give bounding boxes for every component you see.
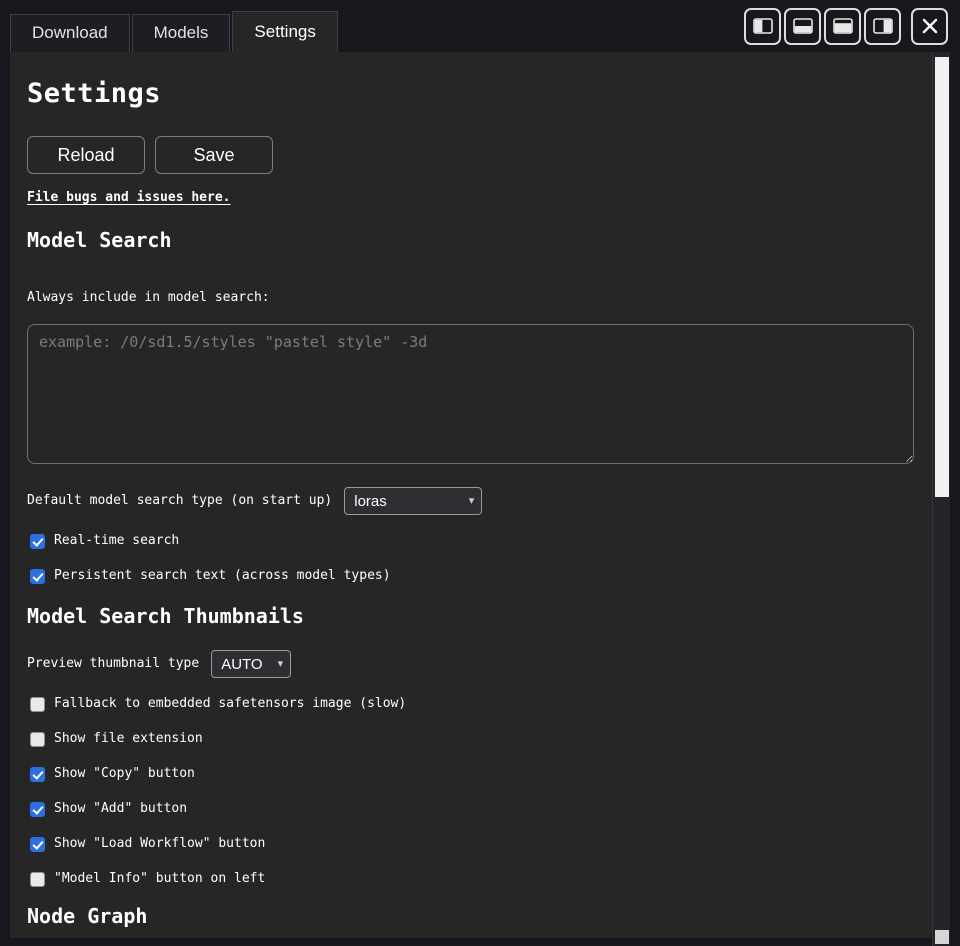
checkbox-label: Fallback to embedded safetensors image (… bbox=[54, 696, 406, 712]
default-search-type-select[interactable]: loras bbox=[344, 487, 482, 515]
checkbox-row-persistent-search[interactable]: Persistent search text (across model typ… bbox=[30, 568, 914, 584]
section-heading-node-graph: Node Graph bbox=[27, 904, 914, 928]
model-info-left-checkbox[interactable] bbox=[30, 872, 45, 887]
layout-dock-right-icon bbox=[873, 18, 893, 34]
action-buttons: Reload Save bbox=[27, 136, 914, 174]
checkbox-label: Persistent search text (across model typ… bbox=[54, 568, 391, 584]
realtime-search-checkbox[interactable] bbox=[30, 534, 45, 549]
topbar: Download Models Settings bbox=[0, 0, 960, 52]
always-include-label: Always include in model search: bbox=[27, 290, 914, 306]
scrollbar-thumb[interactable] bbox=[935, 57, 949, 497]
tab-models[interactable]: Models bbox=[132, 14, 231, 52]
layout-dock-left-icon bbox=[753, 18, 773, 34]
scrollbar[interactable] bbox=[932, 52, 950, 946]
checkbox-label: Real-time search bbox=[54, 533, 179, 549]
show-add-button-checkbox[interactable] bbox=[30, 802, 45, 817]
checkbox-label: Show "Add" button bbox=[54, 801, 187, 817]
default-search-type-label: Default model search type (on start up) bbox=[27, 493, 332, 509]
show-copy-button-checkbox[interactable] bbox=[30, 767, 45, 782]
preview-thumbnail-type-select[interactable]: AUTO bbox=[211, 650, 291, 678]
preview-thumbnail-type-row: Preview thumbnail type AUTO ▾ bbox=[27, 650, 914, 678]
section-heading-model-search: Model Search bbox=[27, 228, 914, 252]
show-load-workflow-checkbox[interactable] bbox=[30, 837, 45, 852]
layout-dock-bottom-expanded-button[interactable] bbox=[824, 8, 861, 45]
tab-settings[interactable]: Settings bbox=[232, 11, 337, 52]
save-button[interactable]: Save bbox=[155, 136, 273, 174]
bugs-link[interactable]: File bugs and issues here. bbox=[27, 190, 231, 206]
checkbox-row-show-load-workflow-button[interactable]: Show "Load Workflow" button bbox=[30, 836, 914, 852]
preview-thumbnail-type-label: Preview thumbnail type bbox=[27, 656, 199, 672]
checkbox-label: Show file extension bbox=[54, 731, 203, 747]
default-search-type-row: Default model search type (on start up) … bbox=[27, 487, 914, 515]
checkbox-row-realtime-search[interactable]: Real-time search bbox=[30, 533, 914, 549]
layout-dock-left-button[interactable] bbox=[744, 8, 781, 45]
layout-dock-bottom-expanded-icon bbox=[833, 18, 853, 34]
section-heading-thumbnails: Model Search Thumbnails bbox=[27, 604, 914, 628]
checkbox-row-show-copy-button[interactable]: Show "Copy" button bbox=[30, 766, 914, 782]
window-controls bbox=[744, 0, 960, 52]
model-manager-window: Download Models Settings bbox=[0, 0, 960, 946]
show-file-extension-checkbox[interactable] bbox=[30, 732, 45, 747]
tab-download[interactable]: Download bbox=[10, 14, 130, 52]
layout-dock-bottom-icon bbox=[793, 18, 813, 34]
fallback-safetensors-checkbox[interactable] bbox=[30, 697, 45, 712]
checkbox-row-show-file-extension[interactable]: Show file extension bbox=[30, 731, 914, 747]
page-title: Settings bbox=[27, 79, 914, 109]
always-include-textarea[interactable] bbox=[27, 324, 914, 464]
checkbox-row-model-info-left[interactable]: "Model Info" button on left bbox=[30, 871, 914, 887]
tab-bar: Download Models Settings bbox=[0, 0, 340, 52]
checkbox-label: Show "Copy" button bbox=[54, 766, 195, 782]
scrollbar-corner bbox=[935, 930, 949, 944]
checkbox-row-show-add-button[interactable]: Show "Add" button bbox=[30, 801, 914, 817]
reload-button[interactable]: Reload bbox=[27, 136, 145, 174]
checkbox-row-fallback-safetensors[interactable]: Fallback to embedded safetensors image (… bbox=[30, 696, 914, 712]
layout-dock-bottom-button[interactable] bbox=[784, 8, 821, 45]
close-icon bbox=[921, 17, 939, 35]
checkbox-label: Show "Load Workflow" button bbox=[54, 836, 265, 852]
close-button[interactable] bbox=[911, 8, 948, 45]
checkbox-label: "Model Info" button on left bbox=[54, 871, 265, 887]
persistent-search-checkbox[interactable] bbox=[30, 569, 45, 584]
layout-dock-right-button[interactable] bbox=[864, 8, 901, 45]
settings-panel: Settings Reload Save File bugs and issue… bbox=[10, 52, 932, 938]
